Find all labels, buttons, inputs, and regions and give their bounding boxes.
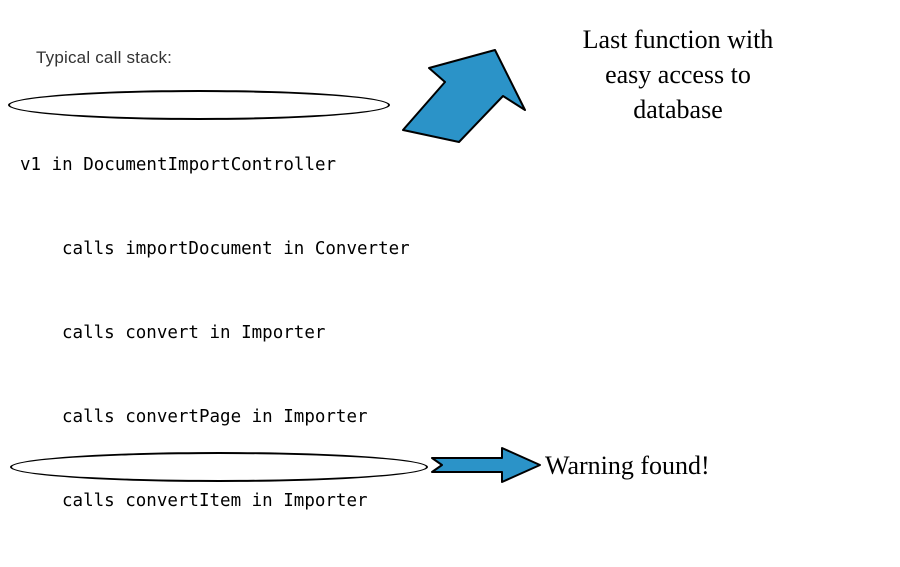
callstack: v1 in DocumentImportController calls imp… [20, 95, 494, 567]
annotation-bottom: Warning found! [545, 448, 805, 483]
annotation-top-line: Last function with [538, 22, 818, 57]
annotation-top: Last function with easy access to databa… [538, 22, 818, 127]
stack-line: calls convert in Importer [62, 319, 494, 347]
stack-line-first: v1 in DocumentImportController [20, 151, 494, 179]
stack-line: calls importDocument in Converter [62, 235, 494, 263]
annotation-top-line: database [538, 92, 818, 127]
arrow-bottom-icon [432, 448, 542, 482]
callstack-heading: Typical call stack: [36, 48, 172, 68]
stack-line: calls convertItem in Importer [62, 487, 494, 515]
annotation-top-line: easy access to [538, 57, 818, 92]
stack-line: calls convertPage in Importer [62, 403, 494, 431]
arrow-top-icon [385, 40, 545, 150]
